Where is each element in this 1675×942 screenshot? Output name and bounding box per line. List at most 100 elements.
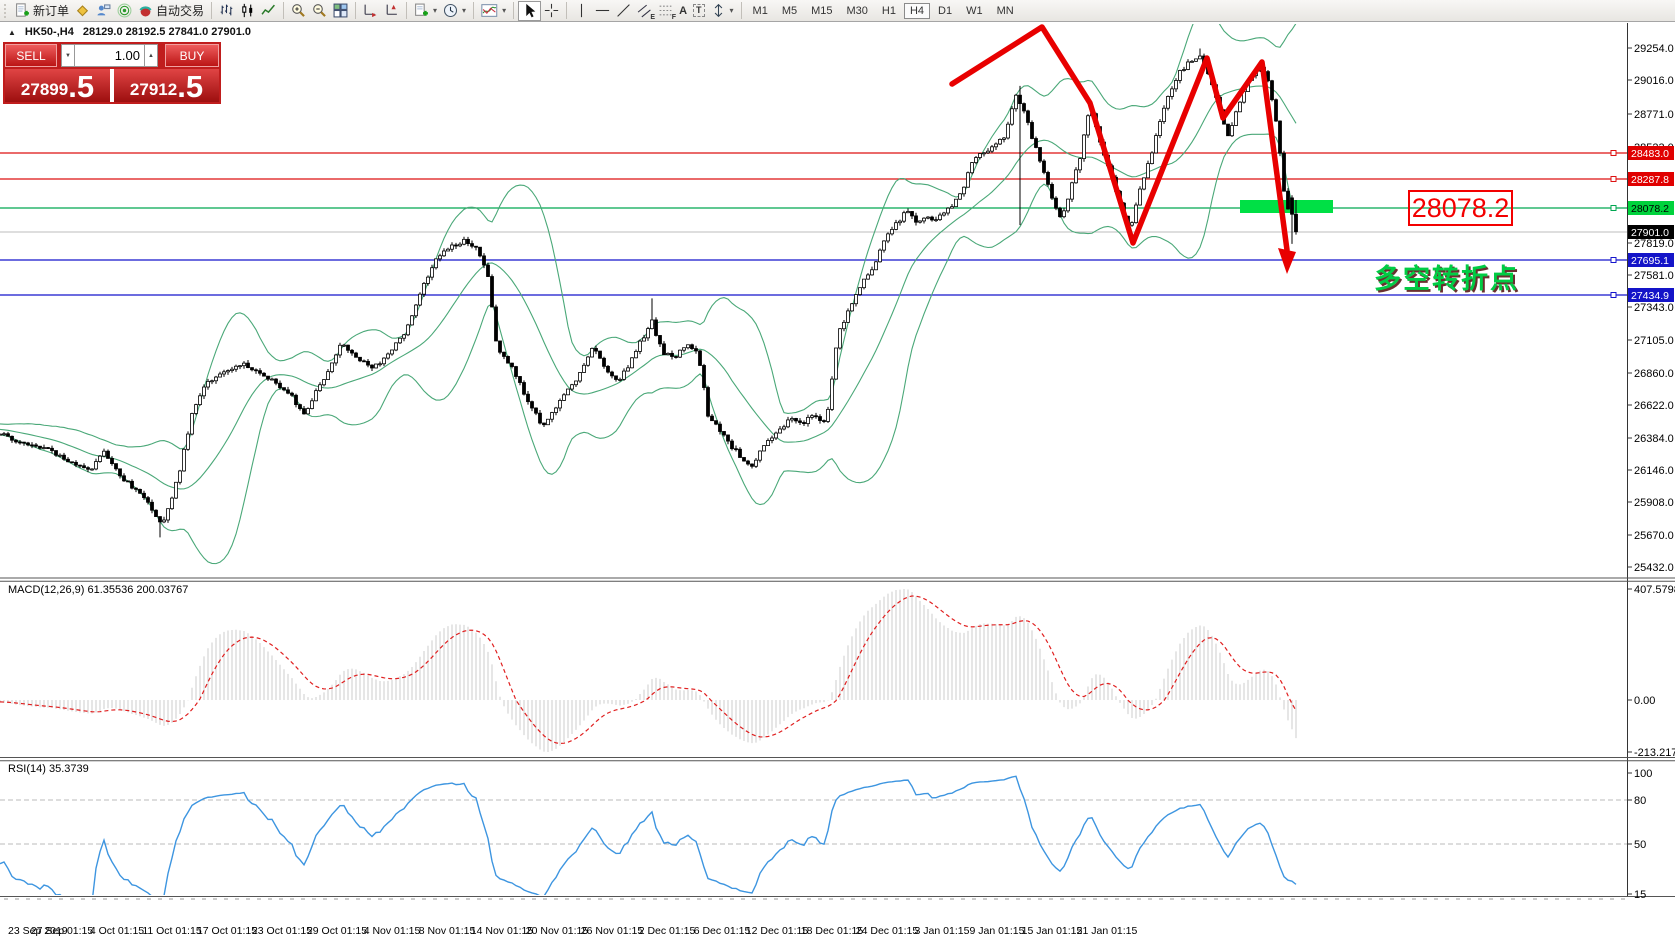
axis-tick-label: 25670.0 [1634, 530, 1674, 542]
chevron-down-icon: ▾ [462, 6, 466, 15]
line-handle[interactable] [1611, 151, 1616, 156]
buy-price[interactable]: 27912.5 [114, 69, 219, 102]
volume-input[interactable]: 1.00 [75, 44, 144, 67]
zoom-in-button[interactable] [288, 1, 309, 21]
horizontal-line-icon [595, 3, 610, 18]
line-chart-icon [261, 3, 276, 18]
line-handle[interactable] [1611, 206, 1616, 211]
axis-tick-label: 28771.0 [1634, 109, 1674, 121]
timeframe-button-m15[interactable]: M15 [805, 3, 838, 19]
timeframe-button-m1[interactable]: M1 [747, 3, 774, 19]
channel-tool-button[interactable]: E [634, 1, 655, 21]
chevron-down-icon: ▾ [730, 6, 734, 15]
buy-button[interactable]: BUY [165, 44, 219, 67]
macd-panel[interactable] [0, 589, 1296, 752]
crosshair-tool-button[interactable] [541, 1, 562, 21]
profiles-button[interactable] [93, 1, 114, 21]
candlestick-mode-button[interactable] [237, 1, 258, 21]
market-watch-button[interactable] [72, 1, 93, 21]
timeframe-button-h1[interactable]: H1 [876, 3, 902, 19]
svg-text:28078.2: 28078.2 [1631, 203, 1669, 215]
rsi-panel[interactable] [0, 776, 1627, 904]
timeframe-button-mn[interactable]: MN [991, 3, 1020, 19]
date-label: 29 Oct 01:15 [307, 925, 367, 937]
line-chart-mode-button[interactable] [258, 1, 279, 21]
collapse-icon[interactable]: ▲ [8, 28, 16, 37]
separator [211, 2, 212, 19]
shapes-tool-button[interactable]: ▾ [708, 1, 737, 21]
date-label: 23 Oct 01:15 [252, 925, 312, 937]
data-feed-button[interactable] [114, 1, 135, 21]
rsi-indicator-label: RSI(14) 35.3739 [8, 763, 89, 775]
zoom-out-icon [312, 3, 327, 18]
price-line-badge: 27434.9 [1628, 288, 1674, 302]
toolbar: 新订单 自动交易 ▾ ▾ ▾ E F A T ▾ M1M5M15M30H1H4D… [0, 0, 1675, 22]
axis-tick-label: 0.00 [1634, 695, 1655, 707]
svg-text:27901.0: 27901.0 [1631, 227, 1669, 239]
axis-tick-label: 26384.0 [1634, 433, 1674, 445]
text-tool-button[interactable]: A [676, 1, 690, 21]
line-handle[interactable] [1611, 258, 1616, 263]
chart-shift-button[interactable] [381, 1, 402, 21]
svg-text:28287.8: 28287.8 [1631, 174, 1669, 186]
volume-increase-button[interactable]: ▲ [144, 44, 158, 67]
volume-decrease-button[interactable]: ▼ [61, 44, 75, 67]
new-order-icon [15, 3, 30, 18]
axis-tick-label: 407.57984 [1634, 584, 1675, 596]
timeframe-button-m5[interactable]: M5 [776, 3, 803, 19]
bar-chart-mode-button[interactable] [216, 1, 237, 21]
clock-icon [443, 3, 458, 18]
tile-windows-icon [333, 3, 348, 18]
arrow-head-icon[interactable] [1278, 248, 1296, 274]
gold-tag-icon [75, 3, 90, 18]
date-label: 6 Dec 01:15 [694, 925, 751, 937]
date-label: 2 Dec 01:15 [639, 925, 696, 937]
label-tool-button[interactable]: T [690, 1, 708, 21]
separator [741, 2, 742, 19]
trendline-tool-button[interactable] [613, 1, 634, 21]
line-handle[interactable] [1611, 177, 1616, 182]
new-chart-button[interactable]: ▾ [411, 1, 440, 21]
line-handle[interactable] [1611, 293, 1616, 298]
horizontal-line-tool-button[interactable] [592, 1, 613, 21]
new-order-button[interactable]: 新订单 [12, 1, 72, 21]
trendline-icon [616, 3, 631, 18]
timeframes-menu-button[interactable]: ▾ [440, 1, 469, 21]
svg-text:28483.0: 28483.0 [1631, 148, 1669, 160]
rsi-line [0, 776, 1296, 904]
date-label: 21 Jan 01:15 [1077, 925, 1138, 937]
fibonacci-tool-button[interactable]: F [655, 1, 676, 21]
autotrade-button[interactable]: 自动交易 [135, 1, 207, 21]
timeframe-group: M1M5M15M30H1H4D1W1MN [746, 3, 1021, 19]
timeframe-button-w1[interactable]: W1 [960, 3, 989, 19]
cursor-tool-button[interactable] [518, 1, 541, 21]
macd-signal-line [0, 596, 1296, 743]
axis-tick-label: 29016.0 [1634, 75, 1674, 87]
broadcast-icon [117, 3, 132, 18]
price-annotation-box[interactable]: 28078.2 [1408, 190, 1513, 226]
timeframe-button-m30[interactable]: M30 [841, 3, 874, 19]
vertical-line-icon [574, 3, 589, 18]
sell-button[interactable]: SELL [5, 44, 57, 67]
auto-scroll-icon [363, 3, 378, 18]
price-line-badge: 28483.0 [1628, 146, 1674, 160]
timeframe-button-d1[interactable]: D1 [932, 3, 958, 19]
ohlc-values: 28129.0 28192.5 27841.0 27901.0 [83, 26, 251, 38]
indicators-icon [481, 3, 498, 18]
turning-point-annotation[interactable]: 多空转折点 [1374, 257, 1519, 296]
date-label: 18 Dec 01:15 [801, 925, 864, 937]
indicators-menu-button[interactable]: ▾ [478, 1, 509, 21]
tile-windows-button[interactable] [330, 1, 351, 21]
auto-scroll-button[interactable] [360, 1, 381, 21]
sell-price[interactable]: 27899.5 [5, 69, 110, 102]
date-label: 26 Nov 01:15 [581, 925, 644, 937]
timeframe-button-h4[interactable]: H4 [904, 3, 930, 19]
zoom-out-button[interactable] [309, 1, 330, 21]
chart-header[interactable]: ▲ HK50-,H4 28129.0 28192.5 27841.0 27901… [8, 26, 251, 38]
vertical-line-tool-button[interactable] [571, 1, 592, 21]
svg-text:27434.9: 27434.9 [1631, 290, 1669, 302]
date-label: 3 Jan 01:15 [915, 925, 970, 937]
axis-tick-label: 26622.0 [1634, 400, 1674, 412]
chart-canvas[interactable]: 29254.029016.028771.028523.027819.027581… [0, 0, 1675, 942]
new-order-label: 新订单 [33, 2, 69, 19]
